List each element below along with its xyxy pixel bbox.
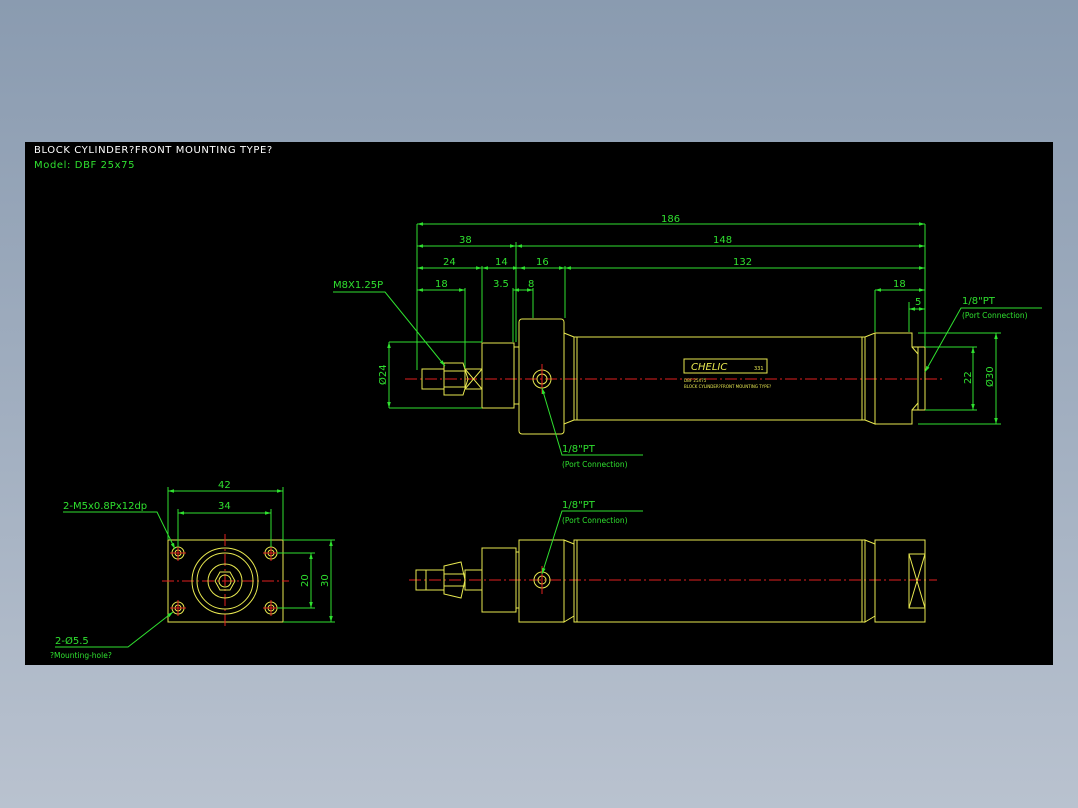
cad-drawing-canvas: BLOCK CYLINDER?FRONT MOUNTING TYPE? Mode… bbox=[25, 142, 1053, 665]
hole-callout: 2-Ø5.5 bbox=[55, 635, 89, 647]
dim-phi24-text: Ø24 bbox=[377, 364, 389, 385]
side-view-bottom: 1/8"PT (Port Connection) bbox=[409, 500, 937, 623]
dim-8-text: 8 bbox=[528, 279, 534, 290]
dim-3-5-text: 3.5 bbox=[493, 279, 509, 290]
dim-overall-text: 186 bbox=[661, 214, 680, 225]
drawing-svg: CHELIC 331 DBF 25X75 BLOCK CYLINDER?FRON… bbox=[50, 214, 1042, 660]
port-right-callout: 1/8"PT bbox=[962, 296, 996, 307]
port-low-callout: 1/8"PT bbox=[562, 500, 596, 511]
screw-callout: 2-M5x0.8Px12dp bbox=[63, 501, 147, 512]
port-right-sub: (Port Connection) bbox=[962, 311, 1028, 320]
label-line2: BLOCK CYLINDER?FRONT MOUNTING TYPE? bbox=[684, 384, 771, 389]
side-view-top: CHELIC 331 DBF 25X75 BLOCK CYLINDER?FRON… bbox=[333, 214, 1042, 469]
dim-132-text: 132 bbox=[733, 257, 752, 268]
dim-20-text: 20 bbox=[300, 574, 311, 587]
dim-5-text: 5 bbox=[915, 297, 921, 308]
dim-14-text: 14 bbox=[495, 257, 508, 268]
label-line1: DBF 25X75 bbox=[684, 378, 707, 383]
dim-148-text: 148 bbox=[713, 235, 732, 246]
thread-callout: M8X1.25P bbox=[333, 280, 383, 291]
label-brand: CHELIC bbox=[691, 362, 727, 373]
dim-16-text: 16 bbox=[536, 257, 549, 268]
dim-18-left-text: 18 bbox=[435, 279, 448, 290]
hole-sub: ?Mounting-hole? bbox=[50, 651, 112, 660]
dim-42-text: 42 bbox=[218, 480, 231, 491]
dim-30-text: 30 bbox=[320, 574, 331, 587]
dim-24-text: 24 bbox=[443, 257, 456, 268]
barrel-bottom bbox=[573, 539, 866, 623]
label-code: 331 bbox=[754, 366, 764, 372]
dim-38-text: 38 bbox=[459, 235, 472, 246]
end-view: 42 34 20 30 2-M5x0.8Px12dp 2-Ø5.5 ?Mount… bbox=[50, 480, 335, 660]
port-low-sub: (Port Connection) bbox=[562, 516, 628, 525]
port-mid-callout: 1/8"PT bbox=[562, 444, 596, 455]
dim-18-right-text: 18 bbox=[893, 279, 906, 290]
dim-phi30-text: Ø30 bbox=[984, 366, 996, 387]
front-cover bbox=[481, 342, 515, 409]
dim-34-text: 34 bbox=[218, 501, 231, 512]
port-mid-sub: (Port Connection) bbox=[562, 460, 628, 469]
dim-22-text: 22 bbox=[963, 371, 974, 384]
